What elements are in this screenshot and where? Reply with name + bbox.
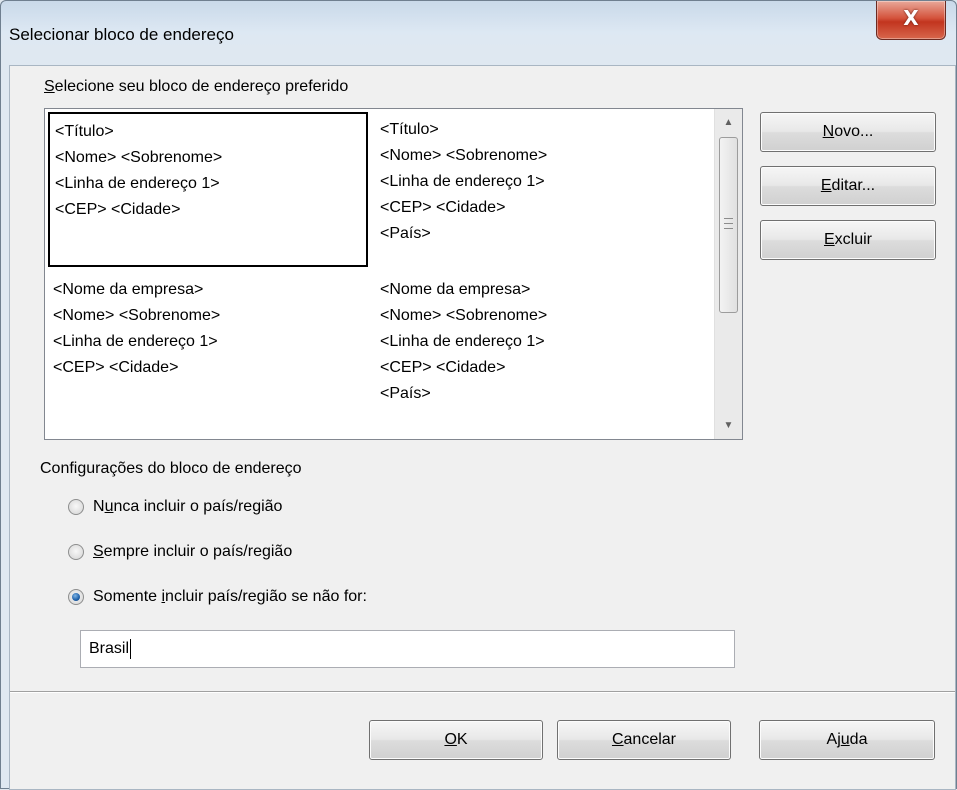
dialog-window: Selecionar bloco de endereço X Selecione… — [0, 0, 957, 790]
country-exclusion-input[interactable]: Brasil — [80, 630, 735, 668]
address-block-line: <Linha de endereço 1> — [380, 333, 545, 350]
close-button[interactable]: X — [876, 1, 946, 40]
grip-icon — [724, 218, 733, 233]
edit-button[interactable]: Editar... — [760, 166, 936, 206]
delete-button[interactable]: Excluir — [760, 220, 936, 260]
vertical-scrollbar[interactable]: ▲ ▼ — [714, 109, 742, 439]
help-button[interactable]: Ajuda — [759, 720, 935, 760]
radio-button[interactable] — [68, 544, 84, 560]
address-block-option-4[interactable]: <Nome da empresa> <Nome> <Sobrenome> <Li… — [375, 272, 695, 427]
radio-button[interactable] — [68, 499, 84, 515]
radio-label: Sempre incluir o país/região — [93, 543, 293, 560]
scroll-up-arrow-icon[interactable]: ▲ — [715, 109, 742, 136]
config-section-label: Configurações do bloco de endereço — [40, 460, 302, 477]
ok-button[interactable]: OK — [369, 720, 543, 760]
address-block-line: <CEP> <Cidade> — [380, 359, 506, 376]
text-cursor — [130, 638, 132, 659]
address-block-line: <Linha de endereço 1> — [380, 173, 545, 190]
dialog-client-area: Selecione seu bloco de endereço preferid… — [9, 65, 956, 790]
address-block-option-2[interactable]: <Título> <Nome> <Sobrenome> <Linha de en… — [375, 112, 695, 267]
address-block-line: <Nome> <Sobrenome> — [380, 147, 548, 164]
cancel-button[interactable]: Cancelar — [557, 720, 731, 760]
address-block-line: <Linha de endereço 1> — [55, 175, 220, 192]
address-block-line: <Nome> <Sobrenome> — [53, 307, 221, 324]
window-title: Selecionar bloco de endereço — [9, 25, 234, 44]
radio-label: Somente incluir país/região se não for: — [93, 588, 367, 605]
address-block-line: <Nome> <Sobrenome> — [55, 149, 223, 166]
new-button[interactable]: Novo... — [760, 112, 936, 152]
close-icon: X — [903, 6, 919, 30]
footer-divider — [10, 691, 955, 693]
address-block-line: <Nome da empresa> — [53, 281, 204, 298]
address-block-line: <País> — [380, 225, 431, 242]
address-block-line: <Nome> <Sobrenome> — [380, 307, 548, 324]
title-bar[interactable]: Selecionar bloco de endereço X — [1, 1, 956, 67]
scrollbar-thumb[interactable] — [719, 137, 738, 313]
address-block-line: <Nome da empresa> — [380, 281, 531, 298]
radio-button-selected[interactable] — [68, 589, 84, 605]
address-block-option-1[interactable]: <Título> <Nome> <Sobrenome> <Linha de en… — [48, 112, 368, 267]
address-block-list[interactable]: <Título> <Nome> <Sobrenome> <Linha de en… — [44, 108, 743, 440]
address-block-line: <CEP> <Cidade> — [53, 359, 179, 376]
address-block-section-label: Selecione seu bloco de endereço preferid… — [44, 78, 349, 95]
address-block-line: <CEP> <Cidade> — [380, 199, 506, 216]
address-block-line: <País> — [380, 385, 431, 402]
address-block-line: <CEP> <Cidade> — [55, 201, 181, 218]
radio-label: Nunca incluir o país/região — [93, 498, 283, 515]
address-block-line: <Linha de endereço 1> — [53, 333, 218, 350]
address-block-line: <Título> — [55, 123, 114, 140]
address-block-line: <Título> — [380, 121, 439, 138]
address-block-option-3[interactable]: <Nome da empresa> <Nome> <Sobrenome> <Li… — [48, 272, 368, 427]
scroll-down-arrow-icon[interactable]: ▼ — [715, 412, 742, 439]
